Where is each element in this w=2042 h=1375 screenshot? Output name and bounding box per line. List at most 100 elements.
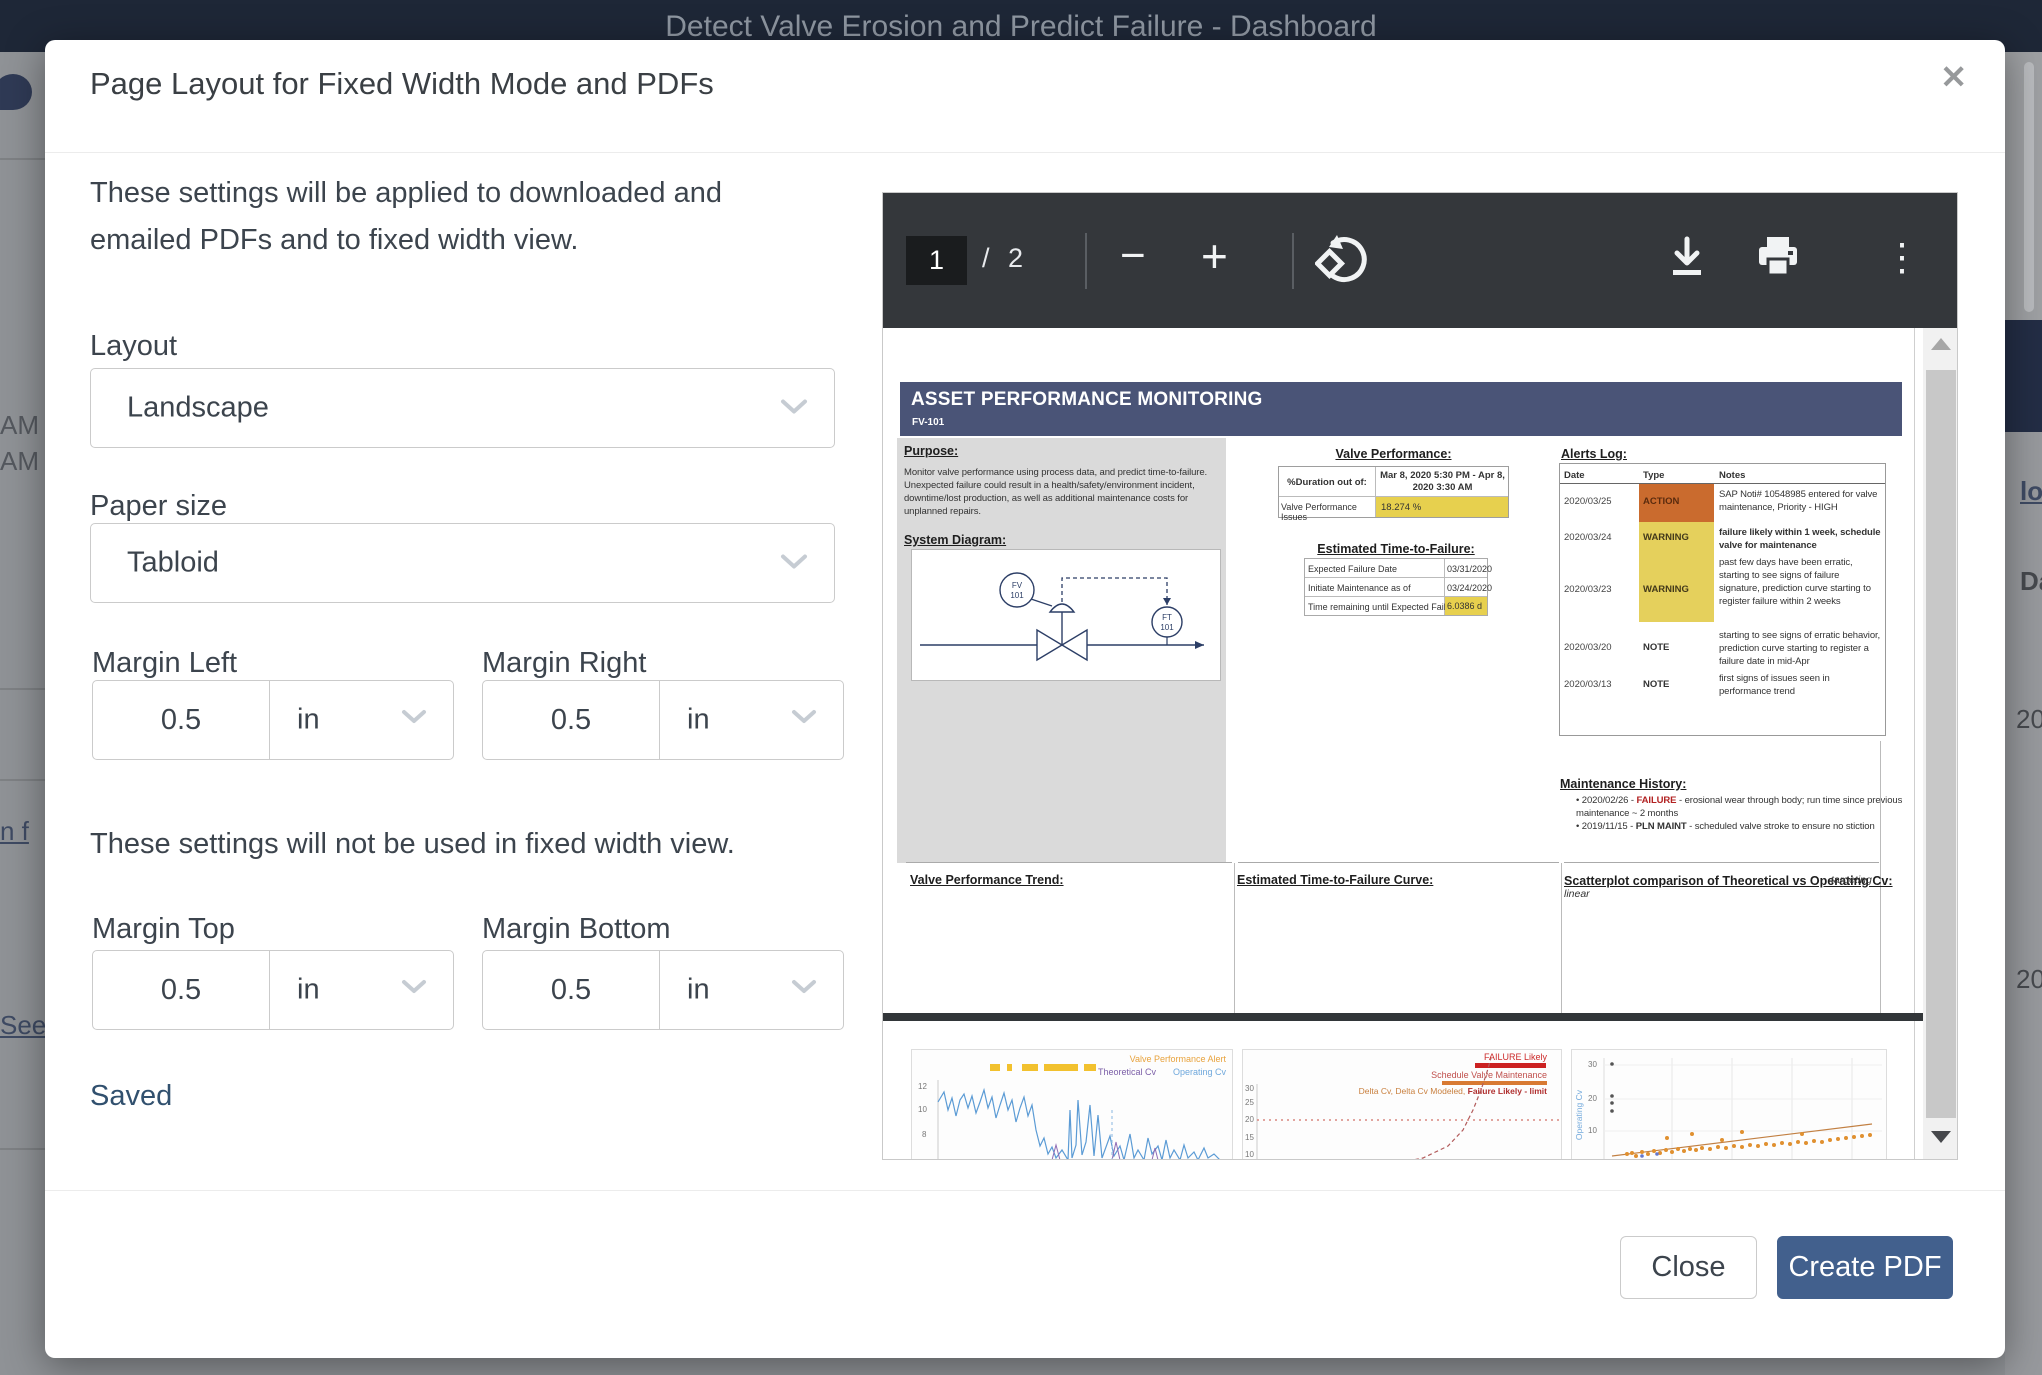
alerts-col-type: Type [1643,470,1664,481]
zoom-in-icon[interactable]: + [1201,229,1228,283]
maintenance-text: - scheduled valve stroke to ensure no st… [1689,821,1875,832]
create-pdf-button[interactable]: Create PDF [1777,1236,1953,1299]
modal-header-divider [45,152,2005,153]
background-fragment: AM [0,446,39,477]
layout-select[interactable]: Landscape [90,368,835,448]
maintenance-heading: Maintenance History: [1560,777,1686,791]
modal-title: Page Layout for Fixed Width Mode and PDF… [90,66,714,102]
kebab-menu-icon[interactable]: ⋮ [1883,235,1921,280]
divider [269,951,270,1029]
margin-top-group: in [92,950,454,1030]
rotate-icon[interactable] [1315,233,1369,292]
chart-sketch [1572,1050,1886,1160]
alert-notes: failure likely within 1 week, schedule v… [1719,526,1881,552]
background-fragment: See [0,1010,46,1041]
chevron-down-icon [780,547,808,580]
background-right-panel [2005,52,2042,320]
preview-scrollbar[interactable] [1923,328,1958,1160]
divider [1561,863,1562,1013]
divider [1560,483,1885,484]
alert-date: 2020/03/23 [1564,584,1612,595]
pdf-toolbar: 1 / 2 − + [883,193,1958,328]
maintenance-item: • 2019/11/15 - PLN MAINT - scheduled val… [1576,820,1912,833]
alert-notes: past few days have been erratic, startin… [1719,556,1881,608]
saved-status[interactable]: Saved [90,1080,172,1113]
toolbar-divider [1292,233,1294,289]
page-count-total: 2 [1008,243,1023,274]
divider [659,681,660,759]
alert-type: WARNING [1643,584,1689,595]
page-number-input[interactable]: 1 [906,236,967,285]
ttf-row-value: 03/31/2020 [1447,564,1492,574]
maintenance-date: 2020/02/26 [1582,795,1629,806]
zoom-out-icon[interactable]: − [1120,231,1146,281]
background-fragment: AM [0,410,39,441]
margin-bottom-label: Margin Bottom [482,913,671,946]
svg-text:FV: FV [1012,581,1023,590]
scroll-up-icon[interactable] [1931,338,1951,350]
modal-description: These settings will be applied to downlo… [90,170,750,264]
chevron-down-icon[interactable] [401,709,427,731]
ttf-row-label: Expected Failure Date [1308,564,1397,574]
duration-value: Mar 8, 2020 5:30 PM - Apr 8, 2020 3:30 A… [1377,470,1508,494]
background-fragment: 20 [2016,964,2042,995]
issues-label: Valve Performance Issues [1281,502,1375,522]
alert-date: 2020/03/25 [1564,496,1612,507]
print-icon[interactable] [1755,235,1801,284]
scroll-down-icon[interactable] [1931,1131,1951,1143]
background-fragment: n f [0,816,29,847]
margin-left-unit-value: in [297,704,320,737]
close-icon[interactable]: ✕ [1940,58,1967,96]
alert-type: NOTE [1643,679,1669,690]
background-navy-band [2005,320,2042,432]
alerts-table: Date Type Notes 2020/03/25 ACTION SAP No… [1559,463,1886,736]
background-divider [0,1148,45,1150]
system-diagram-heading: System Diagram: [904,533,1006,547]
margin-top-input[interactable] [93,951,269,1029]
ttf-heading: Estimated Time-to-Failure: [1304,542,1488,556]
valve-performance-heading: Valve Performance: [1278,447,1509,461]
maintenance-tag: PLN MAINT [1636,821,1687,832]
report-asset-id: FV-101 [912,417,944,428]
background-divider [0,779,45,781]
chevron-down-icon[interactable] [401,979,427,1001]
pdf-preview-panel: 1 / 2 − + [882,192,1958,1160]
report-title: ASSET PERFORMANCE MONITORING [911,389,1263,411]
background-fragment: lo [2020,476,2042,507]
scatter-note: targeting [1831,874,1872,886]
download-icon[interactable] [1665,235,1709,284]
alert-type: NOTE [1643,642,1669,653]
paper-size-select[interactable]: Tabloid [90,523,835,603]
margin-right-label: Margin Right [482,647,646,680]
chevron-down-icon[interactable] [791,709,817,731]
ttf-row-value: 03/24/2020 [1447,583,1492,593]
issues-value-highlight: 18.274 % [1376,497,1508,517]
background-right-panel: lo Da 20 20 [2005,432,2042,1375]
margin-left-input[interactable] [93,681,269,759]
svg-text:FT: FT [1162,613,1172,622]
alert-notes: SAP Noti# 10548985 entered for valve mai… [1719,488,1881,514]
close-button[interactable]: Close [1620,1236,1757,1299]
scrollbar-thumb[interactable] [1926,370,1956,1118]
maintenance-tag: FAILURE [1636,795,1676,806]
alert-type: WARNING [1643,532,1689,543]
report-header-band: ASSET PERFORMANCE MONITORING FV-101 [900,382,1902,436]
page-edge [1914,328,1915,1160]
alert-notes: starting to see signs of erratic behavio… [1719,629,1881,668]
margin-right-input[interactable] [483,681,659,759]
valve-performance-table: %Duration out of: Mar 8, 2020 5:30 PM - … [1278,466,1509,518]
divider [1238,862,1559,863]
svg-text:101: 101 [1010,591,1024,600]
background-divider [0,688,45,690]
purpose-text: Monitor valve performance using process … [904,466,1214,518]
divider [1305,577,1487,578]
chevron-down-icon[interactable] [791,979,817,1001]
alert-type: ACTION [1643,496,1679,507]
margin-top-unit-value: in [297,974,320,1007]
background-fragment: 20 [2016,704,2042,735]
alerts-col-notes: Notes [1719,470,1745,481]
margin-bottom-input[interactable] [483,951,659,1029]
maintenance-item: • 2020/02/26 - FAILURE - erosional wear … [1576,794,1912,820]
issues-value: 18.274 % [1381,502,1421,513]
duration-label: %Duration out of: [1279,477,1375,488]
